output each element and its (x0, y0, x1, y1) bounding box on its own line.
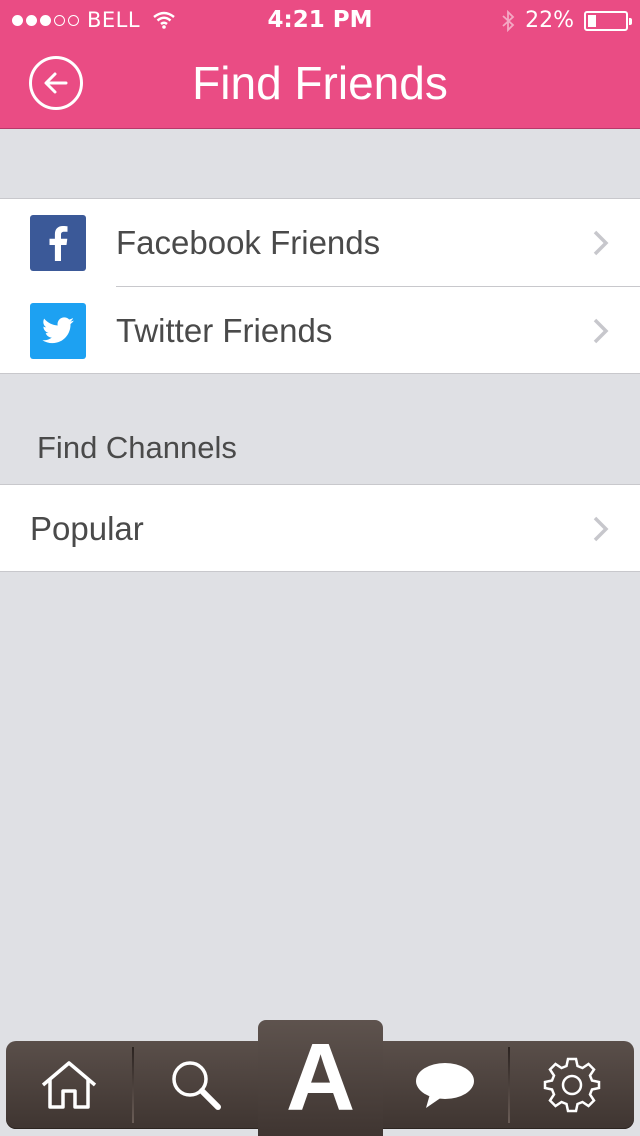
facebook-icon (30, 215, 86, 271)
tab-search[interactable] (134, 1041, 258, 1129)
search-icon (172, 1061, 221, 1110)
page-title: Find Friends (192, 57, 448, 109)
channels-list: Popular (0, 484, 640, 572)
bluetooth-icon (502, 9, 515, 32)
status-right: 22% (501, 8, 632, 33)
app-logo-icon: A (285, 1024, 356, 1131)
header-bar: BELL 4:21 PM 22% Find Friends (0, 0, 640, 129)
battery-icon (584, 10, 632, 31)
twitter-friends-label: Twitter Friends (116, 312, 333, 349)
tab-settings[interactable] (510, 1041, 634, 1129)
settings-gear-icon (543, 1057, 601, 1113)
friends-list: Facebook Friends Twitter Friends (0, 198, 640, 374)
facebook-friends-row[interactable]: Facebook Friends (0, 199, 640, 287)
popular-label: Popular (30, 510, 144, 547)
popular-row[interactable]: Popular (0, 485, 640, 573)
tab-messages[interactable] (382, 1041, 508, 1129)
battery-percent: 22% (525, 8, 574, 33)
twitter-friends-row[interactable]: Twitter Friends (0, 287, 640, 375)
chevron-right-icon (593, 318, 609, 344)
find-channels-header: Find Channels (37, 430, 237, 465)
facebook-friends-label: Facebook Friends (116, 224, 381, 261)
chat-bubble-icon (416, 1063, 474, 1108)
tab-app-logo[interactable]: A (258, 1020, 383, 1136)
twitter-icon (30, 303, 86, 359)
chevron-right-icon (593, 516, 609, 542)
status-bar: BELL 4:21 PM 22% (0, 0, 640, 40)
home-icon (41, 1061, 97, 1109)
battery-level (588, 14, 596, 27)
tab-home[interactable] (6, 1041, 132, 1129)
chevron-right-icon (593, 230, 609, 256)
